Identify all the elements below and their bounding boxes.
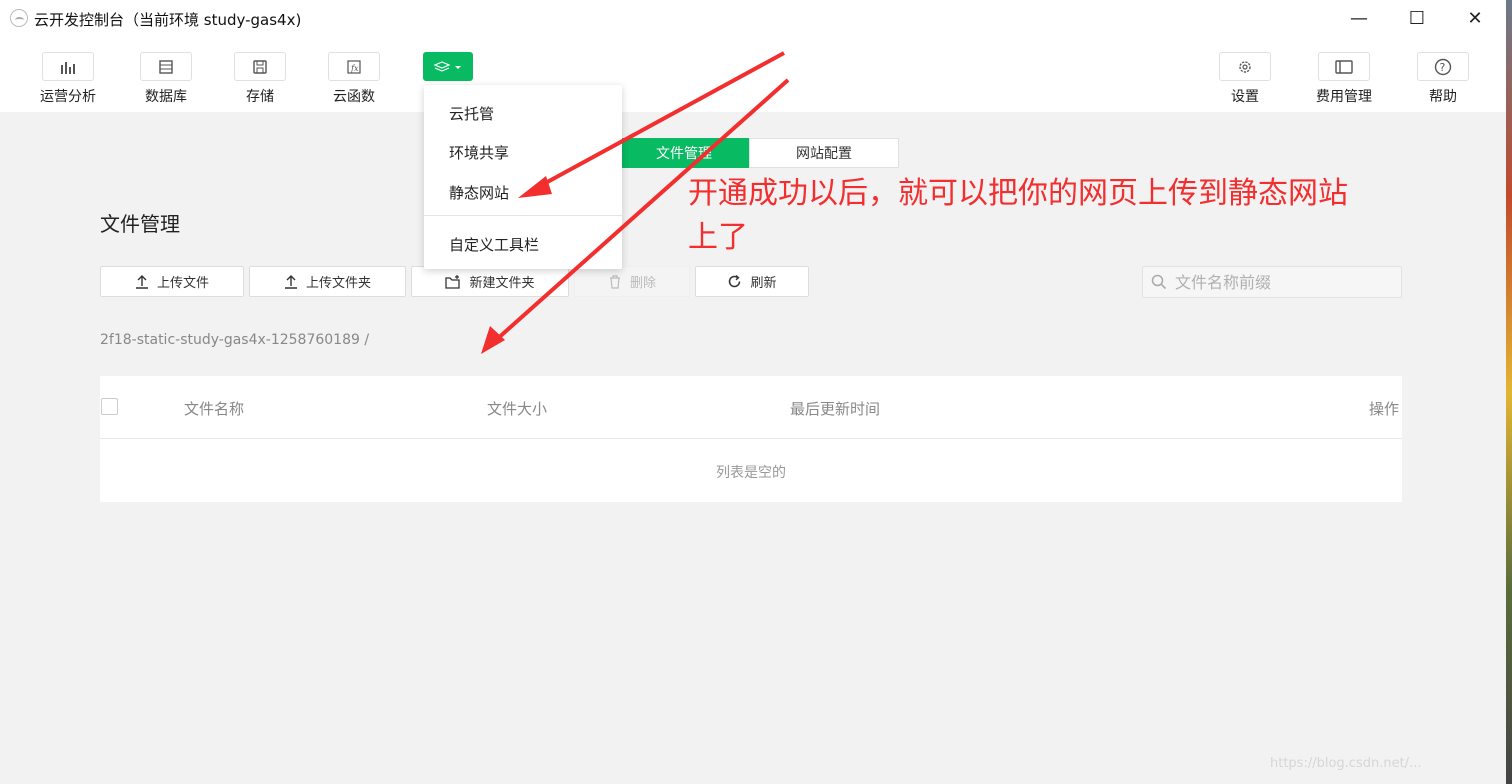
refresh-button[interactable]: 刷新 (695, 266, 809, 297)
background-window-edge (1506, 0, 1512, 784)
toolbar-billing-button[interactable]: 费用管理 (1304, 52, 1384, 106)
toolbar-functions-label: 云函数 (333, 89, 375, 105)
select-all-checkbox[interactable] (101, 398, 118, 415)
refresh-icon (729, 274, 741, 288)
database-icon (140, 52, 192, 81)
tab-bar: 文件管理 网站配置 (619, 138, 899, 168)
toolbar-functions-button[interactable]: fx 云函数 (314, 52, 394, 106)
toolbar-database-button[interactable]: 数据库 (126, 52, 206, 106)
svg-text:fx: fx (350, 64, 359, 73)
toolbar-help-label: 帮助 (1429, 89, 1457, 105)
upload-folder-label: 上传文件夹 (305, 276, 371, 291)
tab-file-management[interactable]: 文件管理 (619, 138, 749, 168)
table-header: 文件名称 文件大小 最后更新时间 操作 (100, 376, 1402, 439)
window-title: 云开发控制台（当前环境 study-gas4x) (34, 11, 302, 29)
menu-item-static-website[interactable]: 静态网站 (449, 182, 509, 203)
toolbar-billing-label: 费用管理 (1316, 89, 1372, 105)
search-box (1142, 266, 1402, 298)
help-icon: ? (1417, 52, 1469, 81)
toolbar: 运营分析 数据库 存储 fx 云函数 设置 费用管理 ? 帮助 (0, 36, 1506, 112)
menu-divider (424, 215, 622, 216)
column-file-name: 文件名称 (184, 400, 245, 418)
toolbar-more-button[interactable] (408, 52, 488, 81)
app-logo-icon (10, 9, 28, 27)
upload-file-button[interactable]: 上传文件 (100, 266, 244, 297)
layers-icon (423, 52, 473, 81)
toolbar-help-button[interactable]: ? 帮助 (1403, 52, 1483, 106)
column-actions: 操作 (1369, 400, 1400, 418)
menu-item-cloud-hosting[interactable]: 云托管 (449, 103, 494, 124)
upload-icon (284, 274, 297, 289)
menu-item-custom-toolbar[interactable]: 自定义工具栏 (449, 234, 539, 255)
new-folder-label: 新建文件夹 (469, 276, 535, 291)
search-icon (1151, 274, 1167, 290)
trash-icon (609, 274, 620, 289)
upload-file-label: 上传文件 (156, 276, 209, 291)
refresh-label: 刷新 (750, 276, 777, 291)
annotation-text: 开通成功以后，就可以把你的网页上传到静态网站上了 (688, 176, 1348, 255)
svg-text:?: ? (1440, 61, 1446, 74)
watermark: https://blog.csdn.net/... (1270, 756, 1422, 771)
file-table: 文件名称 文件大小 最后更新时间 操作 列表是空的 (100, 376, 1402, 502)
toolbar-database-label: 数据库 (145, 89, 187, 105)
close-button[interactable]: ✕ (1446, 0, 1504, 36)
new-folder-icon (445, 274, 461, 289)
column-file-size: 文件大小 (487, 400, 548, 418)
arrowhead-file-list (481, 326, 505, 354)
column-last-updated: 最后更新时间 (790, 400, 881, 418)
breadcrumb[interactable]: 2f18-static-study-gas4x-1258760189 / (100, 332, 369, 348)
title-bar: 云开发控制台（当前环境 study-gas4x) — ☐ ✕ (0, 0, 1506, 36)
minimize-button[interactable]: — (1330, 0, 1388, 36)
storage-icon (234, 52, 286, 81)
bar-chart-icon (42, 52, 94, 81)
toolbar-analytics-label: 运营分析 (40, 89, 96, 105)
toolbar-storage-button[interactable]: 存储 (220, 52, 300, 106)
upload-icon (135, 274, 148, 289)
delete-label: 删除 (629, 276, 656, 291)
billing-icon (1318, 52, 1370, 81)
search-input[interactable] (1173, 267, 1398, 297)
toolbar-storage-label: 存储 (246, 89, 274, 105)
toolbar-settings-label: 设置 (1231, 89, 1259, 105)
menu-item-env-sharing[interactable]: 环境共享 (449, 142, 509, 163)
gear-icon (1219, 52, 1271, 81)
function-icon: fx (328, 52, 380, 81)
toolbar-settings-button[interactable]: 设置 (1205, 52, 1285, 106)
maximize-button[interactable]: ☐ (1388, 0, 1446, 36)
more-dropdown-menu: 云托管 环境共享 静态网站 自定义工具栏 (424, 85, 622, 269)
toolbar-analytics-button[interactable]: 运营分析 (28, 52, 108, 106)
page-title: 文件管理 (100, 212, 180, 236)
new-folder-button[interactable]: 新建文件夹 (411, 266, 569, 297)
empty-state: 列表是空的 (716, 465, 786, 481)
tab-website-config[interactable]: 网站配置 (749, 138, 899, 168)
delete-button[interactable]: 删除 (574, 266, 690, 297)
upload-folder-button[interactable]: 上传文件夹 (249, 266, 406, 297)
